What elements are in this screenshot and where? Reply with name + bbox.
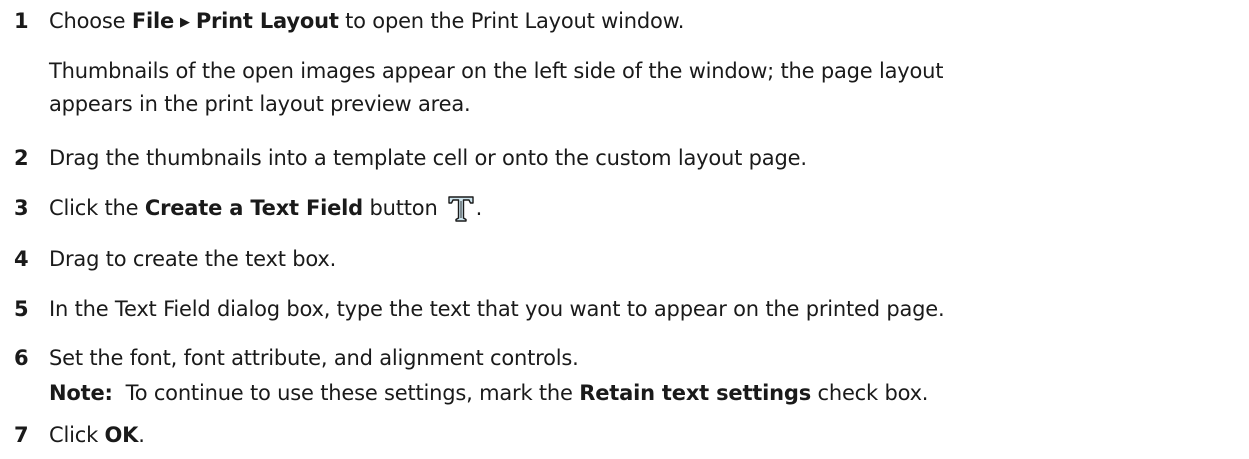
step-2-number: 2 xyxy=(14,146,29,170)
create-text-field-label: Create a Text Field xyxy=(144,196,364,220)
text-field-icon xyxy=(447,196,474,222)
submenu-arrow-icon: ▶ xyxy=(180,15,190,30)
step-7-text: Click OK. xyxy=(49,423,145,447)
note-label: Note: xyxy=(49,381,113,405)
menu-print-layout: Print Layout xyxy=(195,9,339,33)
step-6-text: Set the font, font attribute, and alignm… xyxy=(49,346,579,370)
step-3-number: 3 xyxy=(14,196,29,220)
step-6-number: 6 xyxy=(14,346,29,370)
step-5-number: 5 xyxy=(14,297,29,321)
step-5-text: In the Text Field dialog box, type the t… xyxy=(49,297,945,321)
step-2-text: Drag the thumbnails into a template cell… xyxy=(49,146,807,170)
step-1-number: 1 xyxy=(14,9,29,33)
step-4-number: 4 xyxy=(14,247,29,271)
menu-file: File xyxy=(131,9,174,33)
step-3-text: Click the Create a Text Field button . xyxy=(49,193,482,223)
step-4-text: Drag to create the text box. xyxy=(49,247,337,271)
retain-text-settings-label: Retain text settings xyxy=(579,381,812,405)
instruction-steps: 1 Choose File ▶ Print Layout to open the P… xyxy=(0,0,1249,459)
step-7-number: 7 xyxy=(14,423,29,447)
ok-label: OK xyxy=(104,423,139,447)
step-1-text: Choose File ▶ Print Layout to open the Pri… xyxy=(49,6,684,38)
